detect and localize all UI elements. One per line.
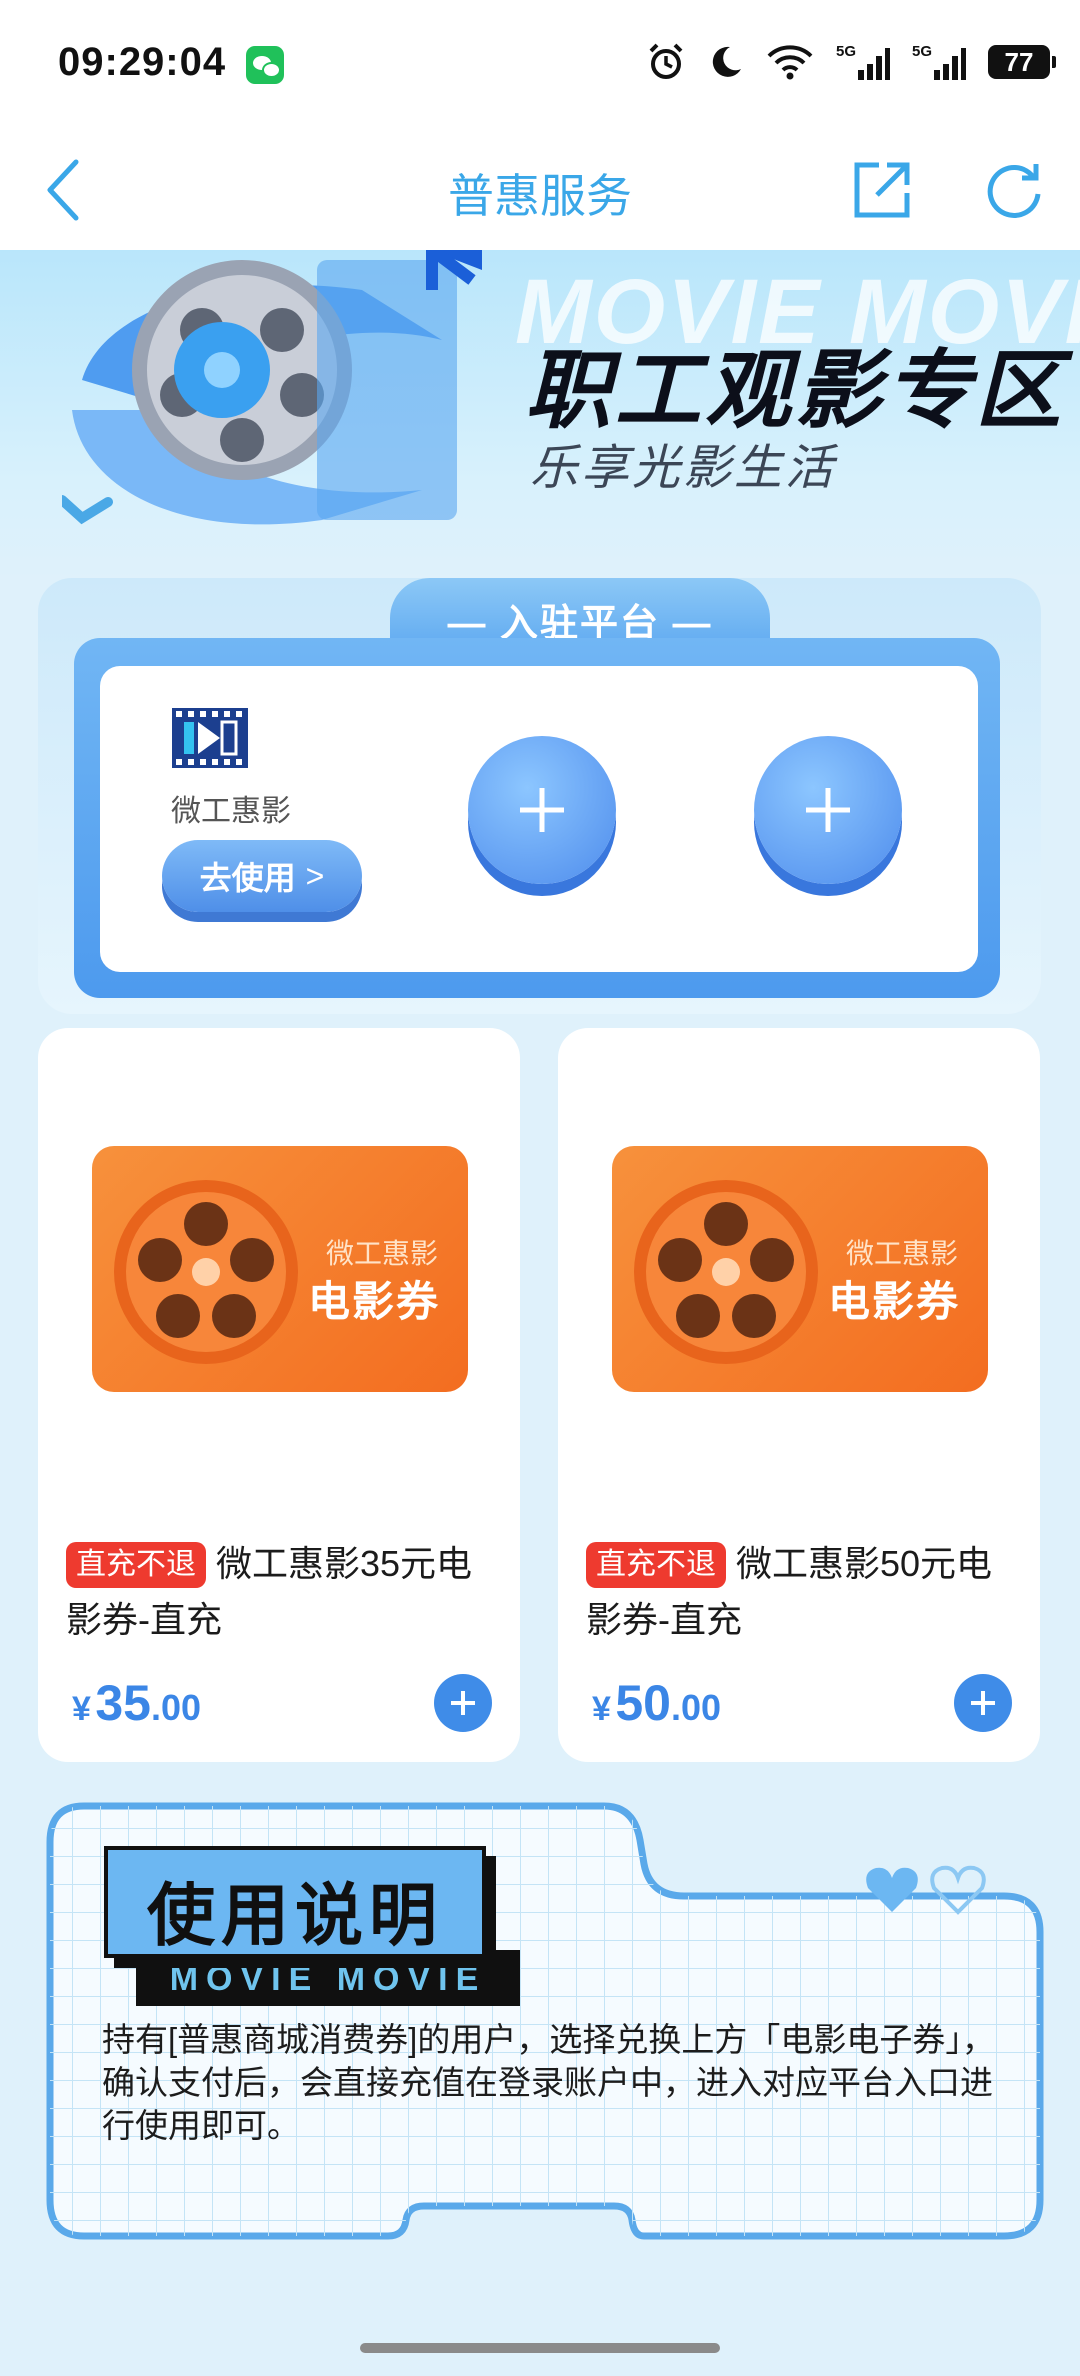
share-external-icon [854,162,910,218]
poster-title: 电影券 [827,1278,960,1325]
add-platform-button[interactable] [754,736,902,884]
product-price: ¥ 35.00 [72,1674,201,1732]
product-title: 直充不退 微工惠影50元电影券-直充 [586,1536,1016,1648]
banner: MOVIE MOVIE 职工观影专区 乐享光影生活 [0,250,1080,580]
refresh-icon [987,164,1041,218]
status-bar: 09:29:04 5G 5G 77 [0,0,1080,130]
plus-icon [520,788,564,832]
plus-icon [971,1691,995,1715]
poster-title: 电影券 [307,1278,440,1325]
plus-icon [451,1691,475,1715]
film-reel-icon [634,1180,818,1364]
status-time: 09:29:04 [58,40,227,84]
product-price: ¥ 50.00 [592,1674,721,1732]
add-platform-button[interactable] [468,736,616,884]
refund-tag: 直充不退 [586,1542,726,1588]
add-to-cart-button[interactable] [954,1674,1012,1732]
alarm-icon [649,43,683,79]
price-decimal: .00 [671,1687,722,1728]
chevron-right-icon: > [305,857,325,894]
price-integer: 35 [95,1675,151,1731]
go-use-button[interactable]: 去使用 > [162,840,362,912]
battery-indicator: 77 [988,45,1056,79]
instructions-panel: MOVIE MOVIE 使用说明 持有[普惠商城消费券]的用户，选择兑换上方「电… [44,1800,1046,2246]
currency-symbol: ¥ [72,1690,91,1728]
price-integer: 50 [615,1675,671,1731]
film-logo-icon [172,708,248,768]
share-button[interactable] [842,150,922,230]
signal-label: 5G [836,43,856,60]
wechat-icon [246,46,284,84]
poster-brand: 微工惠影 [845,1238,958,1269]
product-card[interactable]: 微工惠影 电影券 直充不退 微工惠影35元电影券-直充 ¥ 35.00 [38,1028,520,1762]
banner-title: 职工观影专区 [525,343,1065,439]
refund-tag: 直充不退 [66,1542,206,1588]
nav-bar: 普惠服务 [0,130,1080,250]
platform-name: 微工惠影 [171,794,291,829]
platform-panel: — 入驻平台 — 微工惠影 去使用 > [38,578,1041,1014]
add-to-cart-button[interactable] [434,1674,492,1732]
refresh-button[interactable] [974,150,1054,230]
product-title: 直充不退 微工惠影35元电影券-直充 [66,1536,496,1648]
weigong-huiying-logo-icon[interactable] [170,706,250,770]
home-indicator[interactable] [360,2343,720,2353]
poster-brand: 微工惠影 [325,1238,438,1269]
wifi-icon [767,45,813,80]
instructions-band-text: MOVIE MOVIE [169,1960,487,1998]
status-icons: 5G 5G 77 [646,42,1056,82]
product-card[interactable]: 微工惠影 电影券 直充不退 微工惠影50元电影券-直充 ¥ 50.00 [558,1028,1040,1762]
film-reel-icon [114,1180,298,1364]
go-use-label: 去使用 [199,860,296,896]
signal-label: 5G [912,43,932,60]
plus-icon [806,788,850,832]
instructions-title: 使用说明 [146,1878,443,1954]
banner-subtitle: 乐享光影生活 [530,442,837,495]
do-not-disturb-icon [712,46,741,77]
film-reel-illustration [62,250,482,525]
5g-signal-icon: 5G [836,43,890,80]
hearts-decoration-icon [866,1865,986,1915]
5g-signal-icon: 5G [912,43,966,80]
instructions-text: 持有[普惠商城消费券]的用户，选择兑换上方「电影电子券」，确认支付后，会直接充值… [102,2021,995,2144]
instructions-title-box: 使用说明 [104,1846,486,1958]
product-poster: 微工惠影 电影券 [92,1146,468,1392]
price-decimal: .00 [151,1687,202,1728]
currency-symbol: ¥ [592,1690,611,1728]
product-poster: 微工惠影 电影券 [612,1146,988,1392]
